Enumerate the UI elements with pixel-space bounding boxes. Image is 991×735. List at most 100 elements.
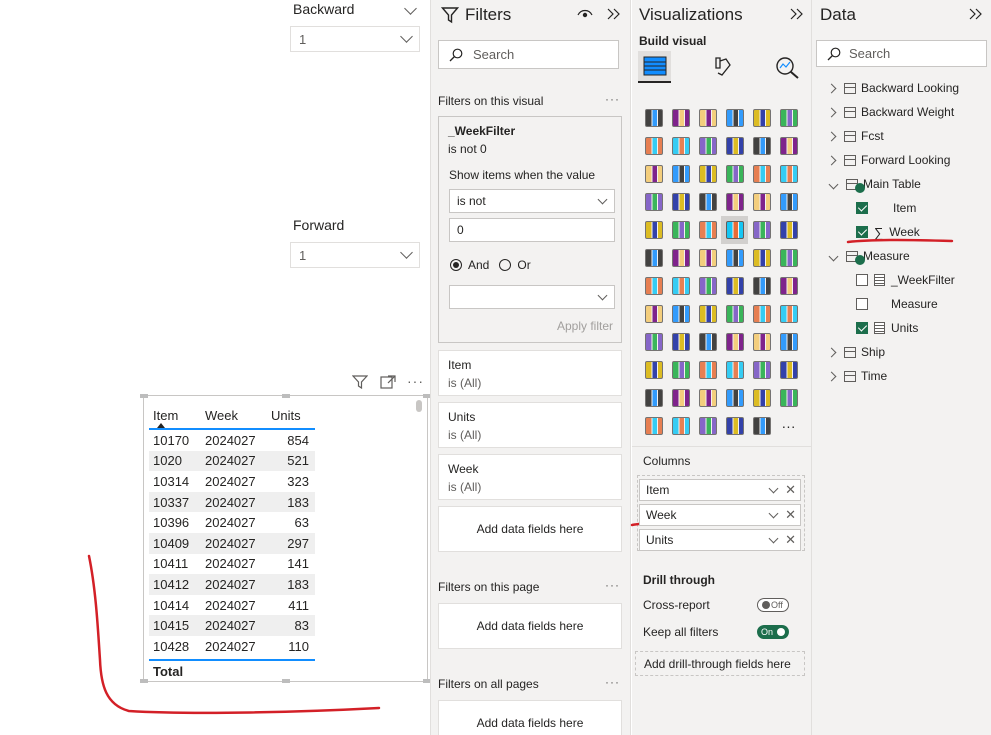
chevron-down-icon[interactable] xyxy=(404,2,417,16)
or-radio[interactable] xyxy=(499,259,512,271)
custom-d-icon[interactable] xyxy=(667,300,694,328)
filter-value-input[interactable]: 0 xyxy=(449,218,615,242)
data-field-measure[interactable]: Measure xyxy=(856,294,938,314)
data-field-item[interactable]: Item xyxy=(856,198,916,218)
custom-u-icon[interactable] xyxy=(640,384,667,412)
slicer-icon[interactable] xyxy=(694,216,721,244)
clustered-column-icon[interactable] xyxy=(721,104,748,132)
apply-filter-button[interactable]: Apply filter xyxy=(557,319,613,333)
table-row[interactable]: 10396 2024027 63 xyxy=(149,512,315,533)
data-table-backward-weight[interactable]: Backward Weight xyxy=(826,102,954,122)
custom-b-icon[interactable] xyxy=(775,272,802,300)
multi-card-icon[interactable] xyxy=(640,216,667,244)
more-options-icon[interactable]: ··· xyxy=(605,675,620,689)
backward-slicer-dropdown[interactable]: 1 xyxy=(290,26,420,52)
custom-g-icon[interactable] xyxy=(748,300,775,328)
narrative-icon[interactable] xyxy=(748,244,775,272)
custom-ad-icon[interactable] xyxy=(721,412,748,440)
data-table-ship[interactable]: Ship xyxy=(826,342,885,362)
line-icon[interactable] xyxy=(640,132,667,160)
waterfall-icon[interactable] xyxy=(748,132,775,160)
kpi-icon[interactable] xyxy=(667,216,694,244)
python-icon[interactable] xyxy=(640,244,667,272)
100-bar-icon[interactable] xyxy=(748,104,775,132)
custom-r-icon[interactable] xyxy=(721,356,748,384)
data-table-measure[interactable]: Measure xyxy=(826,246,910,266)
field-checkbox[interactable] xyxy=(856,322,868,334)
shape-map-icon[interactable] xyxy=(721,272,748,300)
ribbon-icon[interactable] xyxy=(721,132,748,160)
chevron-down-icon[interactable] xyxy=(768,533,779,543)
paginated-icon[interactable] xyxy=(775,244,802,272)
table-row[interactable]: 10314 2024027 323 xyxy=(149,471,315,492)
custom-q-icon[interactable] xyxy=(694,356,721,384)
custom-w-icon[interactable] xyxy=(694,384,721,412)
filter-card-item[interactable]: Item is (All) xyxy=(438,350,622,396)
data-table-main-table[interactable]: Main Table xyxy=(826,174,921,194)
and-radio[interactable] xyxy=(450,259,462,271)
funnel-icon[interactable] xyxy=(694,160,721,188)
custom-j-icon[interactable] xyxy=(667,328,694,356)
gauge-icon[interactable] xyxy=(748,188,775,216)
weekfilter-card[interactable]: _WeekFilter is not 0 Show items when the… xyxy=(438,116,622,343)
column-header-units[interactable]: Units xyxy=(269,408,315,423)
data-table-time[interactable]: Time xyxy=(826,366,887,386)
custom-o-icon[interactable] xyxy=(640,356,667,384)
more-options-icon[interactable]: ··· xyxy=(605,92,620,106)
data-field-weekfilter[interactable]: _WeekFilter xyxy=(856,270,955,290)
scatter-ribbon-icon[interactable] xyxy=(640,160,667,188)
column-header-item[interactable]: Item xyxy=(149,408,205,423)
data-table-fcst[interactable]: Fcst xyxy=(826,126,884,146)
combo-icon[interactable] xyxy=(775,132,802,160)
field-checkbox[interactable] xyxy=(856,202,868,214)
custom-aa-icon[interactable] xyxy=(640,412,667,440)
custom-z-icon[interactable] xyxy=(775,384,802,412)
column-field-units[interactable]: Units ✕ xyxy=(639,529,801,551)
filled-map-icon[interactable] xyxy=(694,188,721,216)
eye-icon[interactable] xyxy=(577,8,593,20)
more-options-icon[interactable]: ··· xyxy=(605,578,620,592)
filter-icon[interactable] xyxy=(352,375,368,389)
data-field-units[interactable]: Units xyxy=(856,318,918,338)
stacked-area-icon[interactable] xyxy=(694,132,721,160)
r-visual-icon[interactable] xyxy=(775,216,802,244)
custom-y-icon[interactable] xyxy=(748,384,775,412)
custom-p-icon[interactable] xyxy=(667,356,694,384)
data-table-backward-looking[interactable]: Backward Looking xyxy=(826,78,959,98)
qa-icon[interactable] xyxy=(721,244,748,272)
custom-f-icon[interactable] xyxy=(721,300,748,328)
cross-report-toggle[interactable]: Off xyxy=(757,598,789,612)
remove-field-icon[interactable]: ✕ xyxy=(785,507,796,523)
key-influencers-icon[interactable] xyxy=(667,244,694,272)
card-icon[interactable] xyxy=(775,188,802,216)
map-icon[interactable] xyxy=(667,188,694,216)
custom-ab-icon[interactable] xyxy=(667,412,694,440)
arcgis-icon[interactable] xyxy=(694,272,721,300)
filters-search-input[interactable]: Search xyxy=(438,40,619,69)
line-column-icon[interactable] xyxy=(667,160,694,188)
power-automate-icon[interactable] xyxy=(667,272,694,300)
custom-x-icon[interactable] xyxy=(721,384,748,412)
operator-dropdown[interactable]: is not xyxy=(449,189,615,213)
forward-slicer-dropdown[interactable]: 1 xyxy=(290,242,420,268)
treemap-icon[interactable] xyxy=(640,188,667,216)
table-row[interactable]: 1020 2024027 521 xyxy=(149,450,315,472)
table-scrollbar[interactable] xyxy=(416,400,422,412)
field-checkbox[interactable] xyxy=(856,298,868,310)
pie-icon[interactable] xyxy=(748,160,775,188)
build-visual-tab[interactable] xyxy=(638,51,671,83)
field-checkbox[interactable] xyxy=(856,274,868,286)
table-row[interactable]: 10337 2024027 183 xyxy=(149,491,315,513)
custom-n-icon[interactable] xyxy=(775,328,802,356)
donut-icon[interactable] xyxy=(775,160,802,188)
analytics-icon[interactable] xyxy=(774,55,800,79)
keep-filters-toggle[interactable]: On xyxy=(757,625,789,639)
column-field-week[interactable]: Week ✕ xyxy=(639,504,801,526)
focus-mode-icon[interactable] xyxy=(380,375,396,389)
custom-c-icon[interactable] xyxy=(640,300,667,328)
custom-v-icon[interactable] xyxy=(667,384,694,412)
table-icon[interactable] xyxy=(721,216,748,244)
second-operator-dropdown[interactable] xyxy=(449,285,615,309)
100-column-icon[interactable] xyxy=(775,104,802,132)
stacked-column-icon[interactable] xyxy=(667,104,694,132)
